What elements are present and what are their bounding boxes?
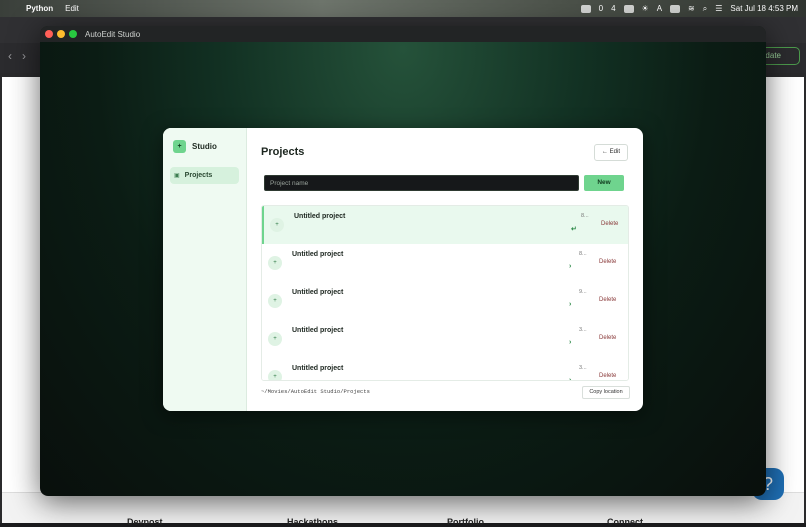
project-date: 9... xyxy=(579,289,587,295)
project-icon: + xyxy=(270,218,284,232)
chevron-right-icon[interactable]: › xyxy=(569,339,571,346)
delete-button[interactable]: Delete xyxy=(599,373,616,379)
project-date: 8... xyxy=(579,251,587,257)
title-bar: AutoEdit Studio xyxy=(40,26,766,42)
grid-icon: ▣ xyxy=(174,173,180,179)
close-window-button[interactable] xyxy=(45,30,53,38)
sidebar: + Studio ▣ Projects xyxy=(163,128,247,411)
project-row[interactable]: + Untitled project 3... › Delete xyxy=(262,358,628,380)
status-area: 0 4 ☀ A ≋ ⌕ ☰ Sat Jul 18 4:53 PM xyxy=(580,0,798,17)
status-count[interactable]: 0 xyxy=(599,4,603,13)
forward-icon[interactable]: › xyxy=(22,49,26,63)
studio-logo-icon: + xyxy=(173,140,186,153)
project-row[interactable]: + Untitled project 3... › Delete xyxy=(262,320,628,359)
menu-bar: Python Edit 0 4 ☀ A ≋ ⌕ ☰ Sat Jul 18 4:5… xyxy=(0,0,806,17)
zoom-window-button[interactable] xyxy=(69,30,77,38)
delete-button[interactable]: Delete xyxy=(599,335,616,341)
battery-icon[interactable] xyxy=(670,4,681,13)
project-date: 3... xyxy=(579,327,587,333)
window-title: AutoEdit Studio xyxy=(85,30,141,39)
project-name: Untitled project xyxy=(294,213,346,220)
project-name: Untitled project xyxy=(292,327,344,334)
new-project-button[interactable]: New xyxy=(584,175,624,191)
sidebar-item-label: Projects xyxy=(184,172,213,179)
project-date: 8... xyxy=(581,213,589,219)
status-count-2[interactable]: 4 xyxy=(611,4,615,13)
wifi-icon[interactable]: ≋ xyxy=(688,4,695,13)
chevron-right-icon[interactable]: › xyxy=(569,263,571,270)
footer-link-connect[interactable]: Connect xyxy=(607,517,643,527)
delete-button[interactable]: Delete xyxy=(599,259,616,265)
footer-link-devpost[interactable]: Devpost xyxy=(127,517,163,527)
brand-label: Studio xyxy=(192,142,217,151)
chevron-right-icon[interactable]: › xyxy=(569,301,571,308)
projects-dialog: + Studio ▣ Projects Projects ← Edit New … xyxy=(163,128,643,411)
clock[interactable]: Sat Jul 18 4:53 PM xyxy=(730,4,798,13)
project-name-input[interactable] xyxy=(264,175,579,191)
app-window: AutoEdit Studio + Studio ▣ Projects Proj… xyxy=(40,26,766,496)
search-icon[interactable]: ⌕ xyxy=(703,4,707,14)
project-row[interactable]: + Untitled project 8... ↵ Delete xyxy=(262,206,628,245)
input-source-icon[interactable]: A xyxy=(657,4,662,13)
menu-app-name[interactable]: Python xyxy=(26,4,53,13)
copy-location-button[interactable]: Copy location xyxy=(582,386,630,399)
delete-button[interactable]: Delete xyxy=(599,297,616,303)
footer-link-hackathons[interactable]: Hackathons xyxy=(287,517,338,527)
flag-icon[interactable] xyxy=(580,4,591,13)
minimize-window-button[interactable] xyxy=(57,30,65,38)
project-name: Untitled project xyxy=(292,289,344,296)
page-title: Projects xyxy=(261,146,305,158)
main-panel: Projects ← Edit New + Untitled project 8… xyxy=(246,128,643,411)
footer-link-portfolio[interactable]: Portfolio xyxy=(447,517,484,527)
projects-path: ~/Movies/AutoEdit Studio/Projects xyxy=(261,388,370,395)
chevron-right-icon[interactable]: › xyxy=(569,377,571,380)
open-project-icon[interactable]: ↵ xyxy=(571,225,577,233)
brightness-icon[interactable]: ☀ xyxy=(642,4,649,13)
project-list[interactable]: + Untitled project 8... ↵ Delete + Untit… xyxy=(261,205,629,381)
project-name: Untitled project xyxy=(292,365,344,372)
project-icon: + xyxy=(268,332,282,346)
browser-footer: Devpost Hackathons Portfolio Connect xyxy=(2,492,804,527)
project-icon: + xyxy=(268,294,282,308)
grid-icon[interactable] xyxy=(623,4,634,13)
menu-edit[interactable]: Edit xyxy=(65,4,79,13)
project-name: Untitled project xyxy=(292,251,344,258)
delete-button[interactable]: Delete xyxy=(601,221,618,227)
project-icon: + xyxy=(268,256,282,270)
sidebar-item-projects[interactable]: ▣ Projects xyxy=(170,167,239,184)
back-icon[interactable]: ‹ xyxy=(8,49,12,63)
project-date: 3... xyxy=(579,365,587,371)
project-row[interactable]: + Untitled project 8... › Delete xyxy=(262,244,628,283)
project-icon: + xyxy=(268,370,282,380)
control-center-icon[interactable]: ☰ xyxy=(715,4,722,13)
brand: + Studio xyxy=(173,140,217,153)
window-controls xyxy=(45,30,77,38)
edit-button[interactable]: ← Edit xyxy=(594,144,628,161)
project-row[interactable]: + Untitled project 9... › Delete xyxy=(262,282,628,321)
